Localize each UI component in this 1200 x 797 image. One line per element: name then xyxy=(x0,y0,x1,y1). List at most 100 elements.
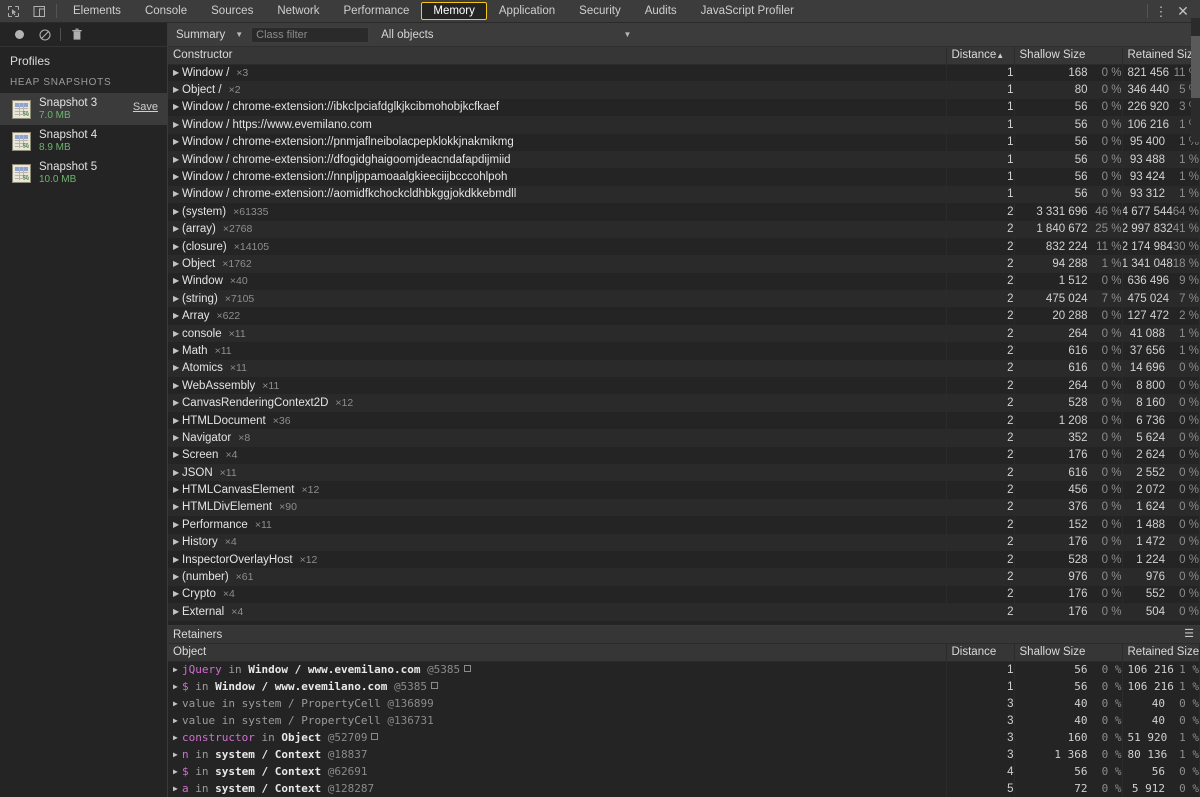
table-row[interactable]: ▶ Navigator ×8 2 352 0 % 5 624 0 % xyxy=(168,429,1200,447)
expand-triangle-icon[interactable]: ▶ xyxy=(173,259,182,268)
expand-triangle-icon[interactable]: ▶ xyxy=(173,363,182,372)
table-row[interactable]: ▶ Crypto ×4 2 176 0 % 552 0 % xyxy=(168,585,1200,604)
expand-triangle-icon[interactable]: ▶ xyxy=(173,733,182,742)
tab-application[interactable]: Application xyxy=(487,0,567,22)
close-icon[interactable]: ✕ xyxy=(1172,4,1194,18)
table-row[interactable]: ▶ Array ×622 2 20 288 0 % 127 472 2 % xyxy=(168,307,1200,325)
table-row[interactable]: ▶ Window / chrome-extension://ibkclpciafd… xyxy=(168,98,1200,117)
clear-icon[interactable] xyxy=(32,28,57,41)
column-header-distance[interactable]: Distance▲ xyxy=(946,47,1015,65)
expand-triangle-icon[interactable]: ▶ xyxy=(173,537,182,546)
table-row[interactable]: ▶ Window ×40 2 1 512 0 % 636 496 9 % xyxy=(168,272,1200,291)
expand-triangle-icon[interactable]: ▶ xyxy=(173,450,182,459)
column-header-retained-size[interactable]: Retained Size xyxy=(1122,644,1200,662)
table-row[interactable]: ▶ n in system / Context @18837 3 1 368 0 % 80… xyxy=(168,746,1200,763)
save-snapshot-button[interactable]: Save xyxy=(133,101,158,113)
node-badge-icon[interactable] xyxy=(464,665,472,673)
tab-security[interactable]: Security xyxy=(567,0,633,22)
expand-triangle-icon[interactable]: ▶ xyxy=(173,120,182,129)
tab-network[interactable]: Network xyxy=(265,0,331,22)
table-row[interactable]: ▶ Object ×1762 2 94 288 1 % 1 341 048 18 % xyxy=(168,255,1200,273)
record-icon[interactable] xyxy=(7,30,32,39)
expand-triangle-icon[interactable]: ▶ xyxy=(173,716,182,725)
table-row[interactable]: ▶ InspectorOverlayHost ×12 2 528 0 % 1 224 0 % xyxy=(168,550,1200,569)
scrollbar-thumb[interactable] xyxy=(1191,36,1200,98)
expand-triangle-icon[interactable]: ▶ xyxy=(173,555,182,564)
table-row[interactable]: ▶ JSON ×11 2 616 0 % 2 552 0 % xyxy=(168,463,1200,482)
table-row[interactable]: ▶ $ in system / Context @62691 4 56 0 % 56 0 % xyxy=(168,763,1200,780)
tab-audits[interactable]: Audits xyxy=(633,0,689,22)
expand-triangle-icon[interactable]: ▶ xyxy=(173,85,182,94)
expand-triangle-icon[interactable]: ▶ xyxy=(173,102,182,111)
node-badge-icon[interactable] xyxy=(371,733,379,740)
expand-triangle-icon[interactable]: ▶ xyxy=(173,224,182,233)
expand-triangle-icon[interactable]: ▶ xyxy=(173,784,182,793)
table-row[interactable]: ▶ External ×4 2 176 0 % 504 0 % xyxy=(168,603,1200,621)
expand-triangle-icon[interactable]: ▶ xyxy=(173,468,182,477)
tab-memory[interactable]: Memory xyxy=(421,2,487,20)
expand-triangle-icon[interactable]: ▶ xyxy=(173,433,182,442)
table-row[interactable]: ▶ Performance ×11 2 152 0 % 1 488 0 % xyxy=(168,516,1200,534)
menu-icon[interactable]: ☰ xyxy=(1184,629,1194,640)
expand-triangle-icon[interactable]: ▶ xyxy=(173,607,182,616)
table-row[interactable]: ▶ value in system / PropertyCell @136899 3… xyxy=(168,695,1200,712)
table-row[interactable]: ▶ (number) ×61 2 976 0 % 976 0 % xyxy=(168,568,1200,586)
table-row[interactable]: ▶ Math ×11 2 616 0 % 37 656 1 % xyxy=(168,342,1200,360)
objects-scope-select[interactable]: All objects ▼ xyxy=(381,29,631,41)
table-row[interactable]: ▶ constructor in Object @52709 3 160 0 % 51 9… xyxy=(168,729,1200,746)
table-row[interactable]: ▶ WebAssembly ×11 2 264 0 % 8 800 0 % xyxy=(168,377,1200,395)
expand-triangle-icon[interactable]: ▶ xyxy=(173,572,182,581)
expand-triangle-icon[interactable]: ▶ xyxy=(173,682,182,691)
expand-triangle-icon[interactable]: ▶ xyxy=(173,699,182,708)
table-row[interactable]: ▶ HTMLDivElement ×90 2 376 0 % 1 624 0 % xyxy=(168,498,1200,517)
column-header-object[interactable]: Object xyxy=(168,644,947,662)
expand-triangle-icon[interactable]: ▶ xyxy=(173,207,182,216)
tab-performance[interactable]: Performance xyxy=(332,0,422,22)
column-header-shallow-size[interactable]: Shallow Size xyxy=(1014,47,1123,65)
trash-icon[interactable] xyxy=(64,28,89,41)
snapshot-item-5[interactable]: % Snapshot 5 10.0 MB xyxy=(0,157,167,189)
table-row[interactable]: ▶ Atomics ×11 2 616 0 % 14 696 0 % xyxy=(168,359,1200,378)
table-row[interactable]: ▶ (string) ×7105 2 475 024 7 % 475 024 7 % xyxy=(168,290,1200,308)
snapshot-item-3[interactable]: % Snapshot 3 7.0 MB Save xyxy=(0,93,167,125)
tab-sources[interactable]: Sources xyxy=(199,0,265,22)
expand-triangle-icon[interactable]: ▶ xyxy=(173,589,182,598)
table-row[interactable]: ▶ HTMLDocument ×36 2 1 208 0 % 6 736 0 % xyxy=(168,411,1200,430)
more-options-icon[interactable]: ⋮ xyxy=(1150,5,1172,18)
table-row[interactable]: ▶ jQuery in Window / www.evemilano.com @5… xyxy=(168,661,1200,678)
expand-triangle-icon[interactable]: ▶ xyxy=(173,485,182,494)
expand-triangle-icon[interactable]: ▶ xyxy=(173,381,182,390)
table-row[interactable]: ▶ $ in Window / www.evemilano.com @5385 1 5… xyxy=(168,678,1200,695)
expand-triangle-icon[interactable]: ▶ xyxy=(173,416,182,425)
expand-triangle-icon[interactable]: ▶ xyxy=(173,137,182,146)
view-mode-select[interactable]: Summary ▼ xyxy=(168,29,243,41)
expand-triangle-icon[interactable]: ▶ xyxy=(173,294,182,303)
table-row[interactable]: ▶ Window / ×3 1 168 0 % 821 456 11 % xyxy=(168,64,1200,82)
inspect-element-icon[interactable] xyxy=(0,0,26,22)
table-row[interactable]: ▶ Window / chrome-extension://pnmjaflneib… xyxy=(168,133,1200,151)
expand-triangle-icon[interactable]: ▶ xyxy=(173,329,182,338)
table-row[interactable]: ▶ History ×4 2 176 0 % 1 472 0 % xyxy=(168,533,1200,551)
expand-triangle-icon[interactable]: ▶ xyxy=(173,346,182,355)
expand-triangle-icon[interactable]: ▶ xyxy=(173,172,182,181)
table-row[interactable]: ▶ Window / chrome-extension://dfogidghaig… xyxy=(168,150,1200,169)
expand-triangle-icon[interactable]: ▶ xyxy=(173,502,182,511)
table-row[interactable]: ▶ (closure) ×14105 2 832 224 11 % 2 174 984 30 … xyxy=(168,237,1200,256)
column-header-shallow-size[interactable]: Shallow Size xyxy=(1014,644,1123,662)
table-row[interactable]: ▶ a in system / Context @128287 5 72 0 % 5 91… xyxy=(168,780,1200,797)
tab-console[interactable]: Console xyxy=(133,0,199,22)
table-row[interactable]: ▶ Window / chrome-extension://nnpljppamoa… xyxy=(168,168,1200,186)
table-row[interactable]: ▶ HTMLCanvasElement ×12 2 456 0 % 2 072 0 % xyxy=(168,481,1200,499)
table-row[interactable]: ▶ Window / https://www.evemilano.com 1 56 0 … xyxy=(168,116,1200,134)
expand-triangle-icon[interactable]: ▶ xyxy=(173,276,182,285)
expand-triangle-icon[interactable]: ▶ xyxy=(173,767,182,776)
table-row[interactable]: ▶ Object / ×2 1 80 0 % 346 440 5 % xyxy=(168,81,1200,99)
tab-javascript-profiler[interactable]: JavaScript Profiler xyxy=(689,0,806,22)
table-row[interactable]: ▶ (system) ×61335 2 3 331 696 46 % 4 677 544 64… xyxy=(168,203,1200,221)
column-header-distance[interactable]: Distance xyxy=(946,644,1015,662)
table-row[interactable]: ▶ value in system / PropertyCell @136731 3… xyxy=(168,712,1200,729)
snapshot-item-4[interactable]: % Snapshot 4 8.9 MB xyxy=(0,125,167,157)
device-toolbar-icon[interactable] xyxy=(26,0,52,22)
expand-triangle-icon[interactable]: ▶ xyxy=(173,189,182,198)
expand-triangle-icon[interactable]: ▶ xyxy=(173,311,182,320)
